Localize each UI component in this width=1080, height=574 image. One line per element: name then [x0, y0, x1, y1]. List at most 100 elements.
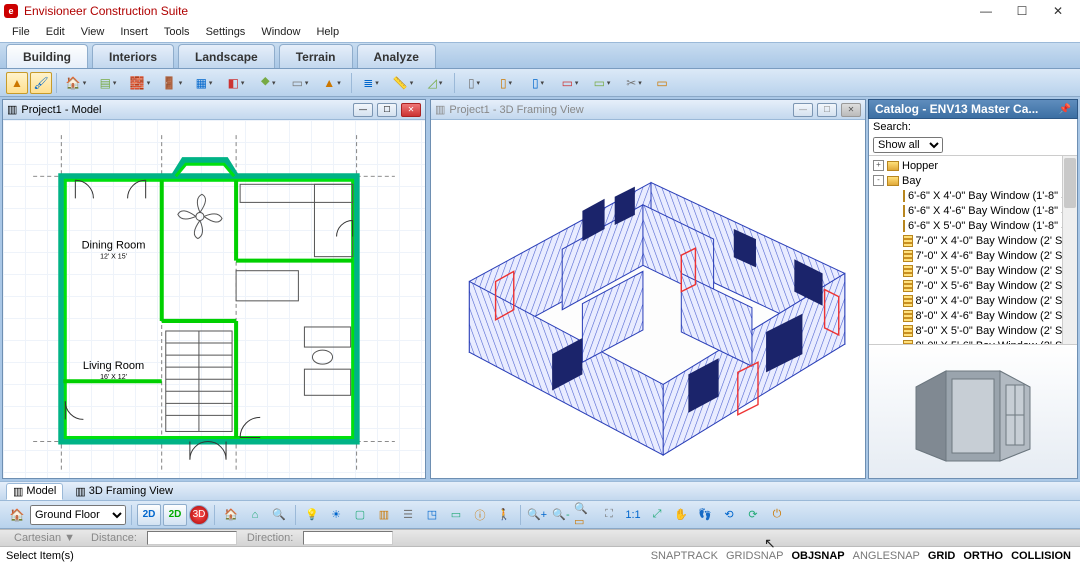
lamp-button[interactable]: 💡: [301, 504, 323, 526]
layers-button[interactable]: ☰: [397, 504, 419, 526]
doc-minimize-button[interactable]: —: [793, 103, 813, 117]
power-button[interactable]: ⏻: [766, 504, 788, 526]
column1-button[interactable]: ▯: [459, 72, 489, 94]
direction-field[interactable]: [303, 531, 393, 545]
window-grid-button[interactable]: ▦: [189, 72, 219, 94]
snap-anglesnap[interactable]: ANGLESNAP: [850, 550, 923, 562]
menu-view[interactable]: View: [75, 24, 111, 40]
panel1-button[interactable]: ▭: [555, 72, 585, 94]
distance-field[interactable]: [147, 531, 237, 545]
menu-window[interactable]: Window: [255, 24, 306, 40]
home-outline-button[interactable]: ⌂: [244, 504, 266, 526]
snap-gridsnap[interactable]: GRIDSNAP: [723, 550, 786, 562]
coord-system-dropdown[interactable]: Cartesian ▼: [8, 532, 81, 544]
info-button[interactable]: ⓘ: [469, 504, 491, 526]
snap-grid[interactable]: GRID: [925, 550, 959, 562]
expand-icon[interactable]: -: [873, 175, 884, 186]
menu-file[interactable]: File: [6, 24, 36, 40]
tab-landscape[interactable]: Landscape: [178, 44, 275, 68]
ruler-button[interactable]: 📏: [388, 72, 418, 94]
column2-button[interactable]: ▯: [491, 72, 521, 94]
view-2d-design-button[interactable]: 2D: [163, 504, 187, 526]
tree-item[interactable]: 6'-6" X 4'-0" Bay Window (1'-8" Sid: [869, 188, 1077, 203]
tree-item[interactable]: 8'-0" X 5'-0" Bay Window (2' Side: [869, 323, 1077, 338]
box-dd-button[interactable]: ▢: [349, 504, 371, 526]
tree-item[interactable]: 7'-0" X 5'-6" Bay Window (2' Side: [869, 278, 1077, 293]
document-model-titlebar[interactable]: ▥ Project1 - Model — ☐ ✕: [3, 100, 425, 120]
tv-button[interactable]: ▭: [445, 504, 467, 526]
feet-button[interactable]: 👣: [694, 504, 716, 526]
tree-item[interactable]: 8'-0" X 4'-0" Bay Window (2' Side: [869, 293, 1077, 308]
tree-item[interactable]: 6'-6" X 5'-0" Bay Window (1'-8" Sid: [869, 218, 1077, 233]
slope-button[interactable]: ◿: [420, 72, 450, 94]
canvas-2d-plan[interactable]: Dining Room 12' X 15' Living Room 16' X …: [3, 120, 425, 478]
snap-ortho[interactable]: ORTHO: [960, 550, 1006, 562]
building-location-icon[interactable]: 🏠: [6, 504, 28, 526]
rotate-r-button[interactable]: ⟳: [742, 504, 764, 526]
house-button[interactable]: 🏠: [61, 72, 91, 94]
zoom-in-button[interactable]: 🔍+: [526, 504, 548, 526]
tree-item[interactable]: 7'-0" X 4'-6" Bay Window (2' Side: [869, 248, 1077, 263]
menu-tools[interactable]: Tools: [158, 24, 196, 40]
stairs-button[interactable]: ≣: [356, 72, 386, 94]
doc-close-button[interactable]: ✕: [401, 103, 421, 117]
tree-item[interactable]: 8'-0" X 4'-6" Bay Window (2' Side: [869, 308, 1077, 323]
flame-button[interactable]: ▲: [317, 72, 347, 94]
snap-snaptrack[interactable]: SNAPTRACK: [648, 550, 721, 562]
snap-objsnap[interactable]: OBJSNAP: [788, 550, 847, 562]
tree-item[interactable]: 8'-0" X 5'-6" Bay Window (2' Side: [869, 338, 1077, 345]
tree-item[interactable]: 6'-6" X 4'-6" Bay Window (1'-8" Sid: [869, 203, 1077, 218]
column3-button[interactable]: ▯: [523, 72, 553, 94]
minimize-button[interactable]: —: [968, 0, 1004, 22]
home-blue-button[interactable]: 🏠: [220, 504, 242, 526]
sheet-button[interactable]: ▭: [651, 72, 673, 94]
panel2-button[interactable]: ▭: [587, 72, 617, 94]
bulb-button[interactable]: ☀: [325, 504, 347, 526]
roof-button[interactable]: ⯁: [253, 72, 283, 94]
cube-lines-button[interactable]: ◳: [421, 504, 443, 526]
hand-button[interactable]: ✋: [670, 504, 692, 526]
brick-wall-button[interactable]: 🧱: [125, 72, 155, 94]
catalog-scrollbar[interactable]: [1062, 156, 1077, 344]
doc-maximize-button[interactable]: ☐: [377, 103, 397, 117]
tab-building[interactable]: Building: [6, 44, 88, 68]
menu-settings[interactable]: Settings: [200, 24, 252, 40]
clip-button[interactable]: ✂: [619, 72, 649, 94]
tab-terrain[interactable]: Terrain: [279, 44, 353, 68]
tree-item[interactable]: 7'-0" X 5'-0" Bay Window (2' Side: [869, 263, 1077, 278]
fence-button[interactable]: ▥: [373, 504, 395, 526]
bricks-button[interactable]: ▤: [93, 72, 123, 94]
zoom-real-button[interactable]: 1:1: [622, 504, 644, 526]
zoom-ext-button[interactable]: ⤢: [646, 504, 668, 526]
expand-icon[interactable]: +: [873, 160, 884, 171]
walk-button[interactable]: 🚶: [493, 504, 515, 526]
catalog-filter-select[interactable]: Show all: [873, 137, 943, 153]
rotate-l-button[interactable]: ⟲: [718, 504, 740, 526]
close-button[interactable]: ✕: [1040, 0, 1076, 22]
cursor-button[interactable]: ▲: [6, 72, 28, 94]
menu-help[interactable]: Help: [310, 24, 345, 40]
doc-close-button[interactable]: ✕: [841, 103, 861, 117]
tab-interiors[interactable]: Interiors: [92, 44, 174, 68]
view-tab-model[interactable]: ▥Model: [6, 483, 63, 500]
door-button[interactable]: 🚪: [157, 72, 187, 94]
view-2d-button[interactable]: 2D: [137, 504, 161, 526]
cube-button[interactable]: ◧: [221, 72, 251, 94]
doc-minimize-button[interactable]: —: [353, 103, 373, 117]
catalog-header[interactable]: Catalog - ENV13 Master Ca... 📌: [868, 99, 1078, 119]
tree-group-hopper[interactable]: +Hopper: [869, 158, 1077, 173]
tab-analyze[interactable]: Analyze: [357, 44, 436, 68]
document-3d-titlebar[interactable]: ▥ Project1 - 3D Framing View — ☐ ✕: [431, 100, 865, 120]
maximize-button[interactable]: ☐: [1004, 0, 1040, 22]
doc-maximize-button[interactable]: ☐: [817, 103, 837, 117]
tree-item[interactable]: 7'-0" X 4'-0" Bay Window (2' Side: [869, 233, 1077, 248]
menu-insert[interactable]: Insert: [114, 24, 154, 40]
zoom-to-button[interactable]: 🔍: [268, 504, 290, 526]
catalog-tree[interactable]: +Hopper-Bay6'-6" X 4'-0" Bay Window (1'-…: [869, 155, 1077, 345]
zoom-out-button[interactable]: 🔍-: [550, 504, 572, 526]
view-3d-button[interactable]: 3D: [189, 505, 209, 525]
floor-selector[interactable]: Ground Floor: [30, 505, 126, 525]
snap-collision[interactable]: COLLISION: [1008, 550, 1074, 562]
tree-group-bay[interactable]: -Bay: [869, 173, 1077, 188]
brush-button[interactable]: 🖌: [30, 72, 52, 94]
